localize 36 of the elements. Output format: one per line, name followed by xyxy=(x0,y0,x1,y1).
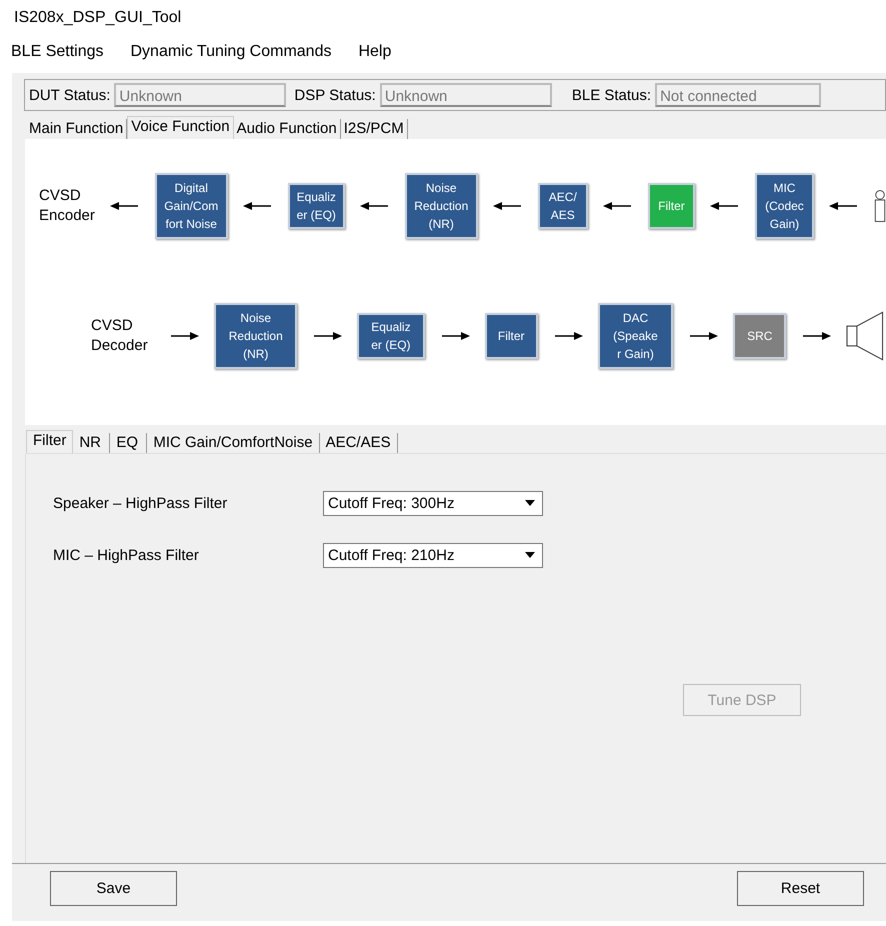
tab[interactable]: MIC Gain/ComfortNoise xyxy=(147,433,320,453)
setting-label: Speaker – HighPass Filter xyxy=(52,494,228,512)
tab[interactable]: Voice Function xyxy=(127,116,234,139)
window-title: IS208x_DSP_GUI_Tool xyxy=(13,8,182,28)
block-button[interactable]: Noise Reduction (NR) xyxy=(214,303,298,369)
dropdown[interactable]: Cutoff Freq: 210Hz xyxy=(323,542,543,568)
block-button[interactable]: MIC (Codec Gain) xyxy=(754,173,814,239)
tab[interactable]: EQ xyxy=(110,433,148,453)
stage-label: CVSD Decoder xyxy=(91,316,149,356)
right-arrow-icon xyxy=(801,331,832,341)
block-button[interactable]: SRC xyxy=(733,313,786,359)
setting-label: MIC – HighPass Filter xyxy=(52,546,200,564)
status-label: DUT Status: xyxy=(29,86,110,104)
block-button[interactable]: Equaliz er (EQ) xyxy=(288,183,345,229)
reset-button[interactable]: Reset xyxy=(737,871,864,906)
block-button[interactable]: Digital Gain/Com fort Noise xyxy=(154,173,228,239)
block-button[interactable]: Noise Reduction (NR) xyxy=(404,173,478,239)
save-button[interactable]: Save xyxy=(50,871,177,906)
dropdown[interactable]: Cutoff Freq: 300Hz xyxy=(323,490,543,516)
block-button[interactable]: Filter xyxy=(484,313,538,359)
status-label: DSP Status: xyxy=(294,86,376,104)
block-button[interactable]: DAC (Speake r Gain) xyxy=(598,303,674,369)
menu-item[interactable]: Dynamic Tuning Commands xyxy=(130,43,332,67)
block-button[interactable]: AEC/ AES xyxy=(538,183,588,229)
menu-item[interactable]: Help xyxy=(358,43,392,67)
menu-item[interactable]: BLE Settings xyxy=(11,43,104,67)
status-field: Unknown xyxy=(114,83,286,107)
left-arrow-icon xyxy=(828,201,859,211)
stage-label: CVSD Encoder xyxy=(39,186,95,226)
status-label: BLE Status: xyxy=(572,86,652,104)
block-button[interactable]: Equaliz er (EQ) xyxy=(357,313,425,359)
tab[interactable]: NR xyxy=(73,433,110,453)
tab[interactable]: AEC/AES xyxy=(320,433,398,453)
tab[interactable]: Filter xyxy=(26,430,74,453)
status-field: Not connected xyxy=(655,83,822,107)
status-field: Unknown xyxy=(380,83,552,107)
